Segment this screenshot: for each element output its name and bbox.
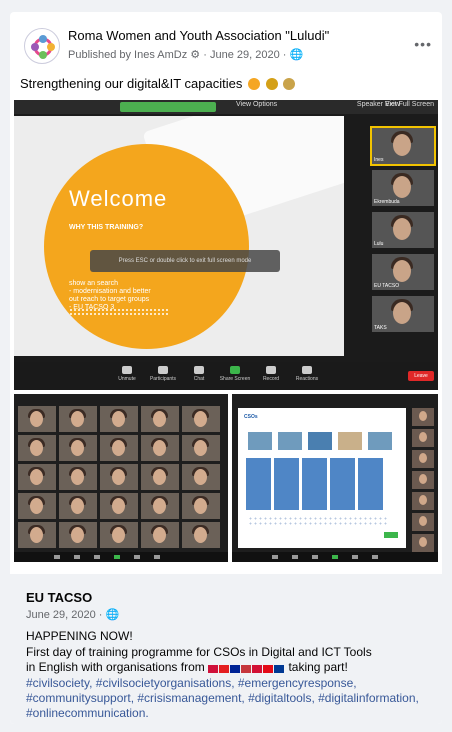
page-avatar[interactable] <box>24 28 60 64</box>
control-chat: Chat <box>182 366 216 382</box>
woman-emoji-icon <box>265 78 278 90</box>
zoom-screenshot[interactable]: View Options Speaker View Exit Full Scre… <box>14 100 438 390</box>
page-name[interactable]: Roma Women and Youth Association "Luludi… <box>68 28 329 43</box>
leave-button: Leave <box>408 371 434 381</box>
control-share: Share Screen <box>218 366 252 382</box>
post-header: Roma Women and Youth Association "Luludi… <box>10 12 442 72</box>
presentation-slide: Welcome WHY THIS TRAINING? show an searc… <box>14 116 344 356</box>
hashtags[interactable]: #civilsociety, #civilsocietyorganisation… <box>26 676 436 721</box>
gear-icon: ⚙ <box>190 49 201 61</box>
gallery-grid <box>18 406 220 548</box>
participant-tile: TAKS <box>372 296 434 332</box>
zoom-topbar: View Options Speaker View Exit Full Scre… <box>14 100 438 114</box>
gallery-toolbar <box>14 552 228 562</box>
flags-icon <box>208 662 285 677</box>
published-by[interactable]: Published by Ines AmDz <box>68 49 187 61</box>
shared-headline: HAPPENING NOW! <box>26 629 133 643</box>
share-toolbar <box>232 552 438 562</box>
globe-icon: 🌐 <box>105 609 120 621</box>
exit-fullscreen: Exit Full Screen <box>384 101 434 108</box>
post-media[interactable]: View Options Speaker View Exit Full Scre… <box>10 100 442 580</box>
shared-post[interactable]: EU TACSO June 29, 2020 · 🌐 HAPPENING NOW… <box>10 574 442 724</box>
zoom-sharing-pill <box>120 102 216 112</box>
control-participants: Participants <box>146 366 180 382</box>
slide-circle <box>44 144 249 349</box>
post-date[interactable]: June 29, 2020 <box>210 49 280 61</box>
post-card: Roma Women and Youth Association "Luludi… <box>10 12 442 724</box>
view-options: View Options <box>236 101 278 108</box>
participant-tile: EU TACSO <box>372 254 434 290</box>
participant-tiles: Ines Ekrembuda Lulu EU TACSO TAKS <box>370 126 436 338</box>
zoom-controls: Unmute Participants Chat Share Screen Re… <box>14 362 438 390</box>
post-meta: Published by Ines AmDz ⚙ · June 29, 2020… <box>68 49 304 61</box>
control-unmute: Unmute <box>110 366 144 382</box>
gallery-screenshot[interactable] <box>14 394 228 562</box>
slide-line: out reach to target groups <box>69 296 150 303</box>
slide-line: show an search <box>69 280 119 287</box>
more-options-icon[interactable]: ••• <box>414 36 432 52</box>
post-caption: Strengthening our digital&IT capacities <box>20 76 296 91</box>
participant-tile: Lulu <box>372 212 434 248</box>
screenshare-screenshot[interactable]: CSOs <box>232 394 438 562</box>
woman-emoji-icon <box>283 78 296 90</box>
share-participant-tiles <box>412 408 434 555</box>
luludi-logo-icon <box>31 35 55 59</box>
flexed-biceps-emoji-icon <box>247 78 260 90</box>
shared-slide-title: CSOs <box>244 414 258 420</box>
shared-body: First day of training programme for CSOs… <box>26 645 436 677</box>
control-record: Record <box>254 366 288 382</box>
shared-date[interactable]: June 29, 2020 <box>26 609 96 621</box>
shared-source[interactable]: EU TACSO <box>26 590 92 605</box>
participant-tile: Ines <box>370 126 436 166</box>
slide-dots <box>69 308 169 316</box>
slide-title: Welcome <box>69 186 168 211</box>
slide-subtitle: WHY THIS TRAINING? <box>69 224 144 231</box>
caption-text: Strengthening our digital&IT capacities <box>20 76 243 91</box>
fullscreen-toast: Press ESC or double click to exit full s… <box>90 250 280 272</box>
globe-icon: 🌐 <box>289 49 304 61</box>
shared-meta: June 29, 2020 · 🌐 <box>26 609 120 621</box>
shared-slide: CSOs <box>238 408 406 548</box>
participant-tile: Ekrembuda <box>372 170 434 206</box>
slide-line: - modernisation and better <box>69 288 151 295</box>
control-reactions: Reactions <box>290 366 324 382</box>
